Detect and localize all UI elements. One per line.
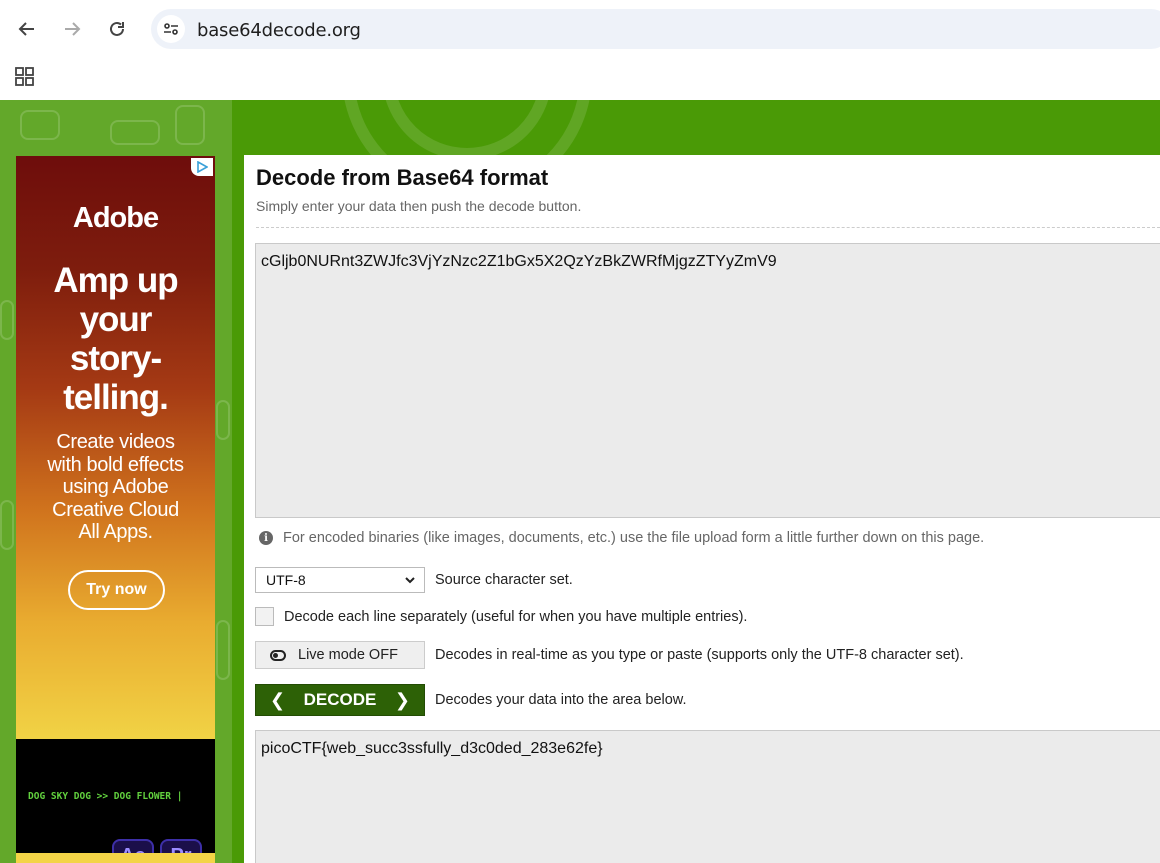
chevron-right-icon: ❯: [394, 689, 410, 710]
ad-try-now-button[interactable]: Try now: [68, 570, 165, 610]
browser-toolbar: base64decode.org: [0, 0, 1160, 58]
ad-headline: Amp up your story- telling.: [53, 261, 178, 417]
apps-grid-icon: [15, 67, 34, 86]
address-bar[interactable]: base64decode.org: [151, 9, 1160, 49]
ad-choices-icon[interactable]: [191, 158, 213, 176]
ad-body: Create videos with bold effects using Ad…: [47, 431, 184, 543]
url-text: base64decode.org: [197, 20, 361, 41]
chevron-left-icon: ❮: [270, 689, 286, 710]
info-icon: i: [259, 531, 273, 545]
live-mode-description: Decodes in real-time as you type or past…: [435, 647, 964, 663]
reload-icon: [110, 21, 124, 36]
forward-button[interactable]: [55, 12, 89, 46]
arrow-right-icon: [65, 22, 81, 36]
tune-icon: [164, 23, 178, 35]
site-info-button[interactable]: [157, 15, 185, 43]
live-mode-toggle[interactable]: Live mode OFF: [255, 641, 425, 669]
base64-input[interactable]: cGljb0NURnt3ZWJfc3VjYzNzc2Z1bGx5X2QzYzBk…: [255, 243, 1160, 518]
arrow-left-icon: [18, 22, 34, 36]
page: Adobe Amp up your story- telling. Create…: [0, 100, 1160, 863]
decode-description: Decodes your data into the area below.: [435, 692, 687, 708]
divider: [256, 227, 1160, 228]
decoded-output[interactable]: picoCTF{web_succ3ssfully_d3c0ded_283e62f…: [255, 730, 1160, 863]
ad-video-frame: DOG SKY DOG >> DOG FLOWER | Ae Pr: [16, 739, 215, 863]
chevron-down-icon: [405, 577, 415, 584]
decode-lines-label: Decode each line separately (useful for …: [284, 609, 748, 625]
content-gutter: [232, 155, 244, 863]
ad-brand: Adobe: [72, 202, 159, 234]
advertisement[interactable]: Adobe Amp up your story- telling. Create…: [16, 156, 215, 863]
page-subtitle: Simply enter your data then push the dec…: [256, 198, 582, 214]
decode-button[interactable]: ❮ DECODE ❯: [255, 684, 425, 716]
back-button[interactable]: [10, 12, 44, 46]
decode-lines-checkbox[interactable]: [255, 607, 274, 626]
charset-select[interactable]: UTF-8: [255, 567, 425, 593]
site-header: [232, 100, 1160, 155]
binary-note: i For encoded binaries (like images, doc…: [259, 530, 984, 546]
toggle-icon: [270, 649, 286, 661]
ad-stripe: [16, 853, 215, 863]
bookmarks-bar: [0, 58, 1160, 100]
charset-label: Source character set.: [435, 572, 573, 588]
main-content: Decode from Base64 format Simply enter y…: [244, 155, 1160, 863]
page-title: Decode from Base64 format: [256, 165, 549, 190]
apps-button[interactable]: [14, 66, 36, 88]
ad-ticker: DOG SKY DOG >> DOG FLOWER |: [28, 791, 183, 802]
reload-button[interactable]: [100, 12, 134, 46]
